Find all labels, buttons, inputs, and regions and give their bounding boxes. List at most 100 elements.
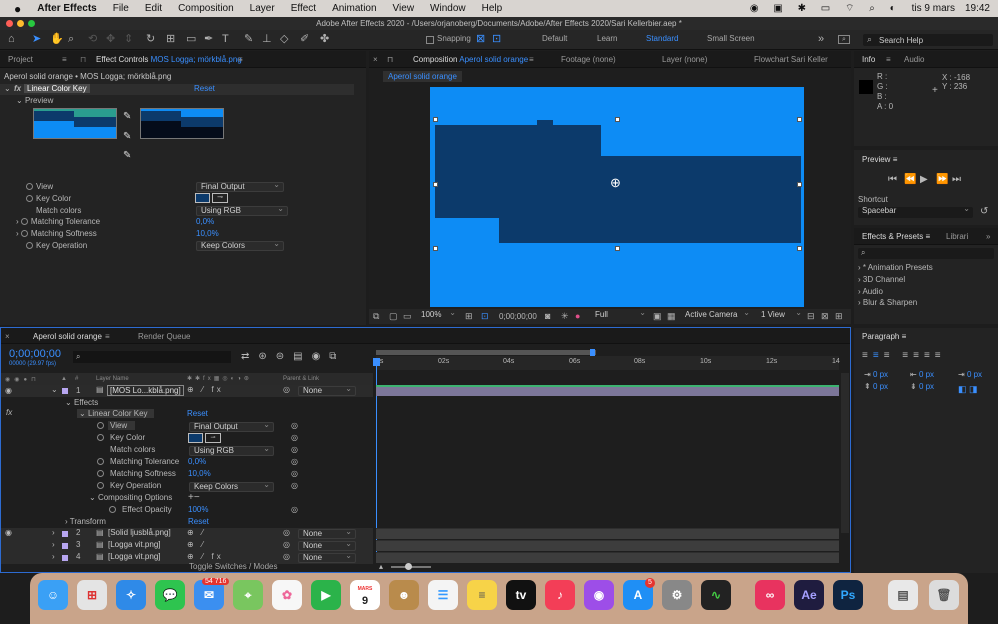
creative-cloud-icon[interactable]: ∞ [755, 580, 785, 610]
search-help-field[interactable]: ⌕ Search Help [863, 34, 993, 46]
expression-pickwhip-icon[interactable]: ◎ [291, 421, 298, 430]
activity-monitor-icon[interactable]: ∿ [701, 580, 731, 610]
tab-timeline[interactable]: Aperol solid orange [33, 332, 102, 341]
first-frame-icon[interactable]: ⏮ [888, 174, 897, 185]
transform-handle[interactable] [615, 117, 620, 122]
layer-name[interactable]: [MOS Lo...kblå.png] [107, 385, 184, 396]
maps-icon[interactable]: ⌖ [233, 580, 263, 610]
viewer-options-icon[interactable]: ⊟ [807, 310, 815, 323]
contacts-icon[interactable]: ☻ [389, 580, 419, 610]
transform-handle[interactable] [433, 117, 438, 122]
reset-shortcut-icon[interactable]: ↺ [980, 206, 988, 217]
selection-tool-icon[interactable]: ➤ [32, 33, 41, 46]
eyedropper-icon[interactable]: ✎ [123, 111, 131, 122]
flowchart-icon[interactable]: ⊞ [835, 310, 843, 323]
stopwatch-icon[interactable] [26, 183, 33, 190]
photoshop-icon[interactable]: Ps [833, 580, 863, 610]
clone-stamp-tool-icon[interactable]: ⊥ [262, 33, 272, 46]
timeline-switch-icons[interactable]: ⇄⊛⊜▤◉⧉ [241, 351, 345, 362]
parent-dropdown[interactable]: None [298, 540, 356, 551]
space-before[interactable]: ⇞ 0 px [864, 382, 888, 391]
effect-name[interactable]: ⌄ Linear Color Key [77, 409, 154, 418]
zoom-dropdown[interactable]: 100% [417, 309, 459, 321]
ec-key-operation-dropdown[interactable]: Keep Colors [196, 240, 284, 251]
photos-icon[interactable]: ✿ [272, 580, 302, 610]
timeline-current-time[interactable]: 0;00;00;00 [9, 348, 61, 360]
workspace-overflow-icon[interactable]: » [818, 33, 824, 46]
eyedropper-plus-icon[interactable]: ✎ [123, 131, 131, 142]
ec-matching-softness-value[interactable]: 10,0% [196, 229, 219, 238]
expression-pickwhip-icon[interactable]: ◎ [291, 445, 298, 454]
layer-row-4[interactable]: › 4 ▤ [Logga vit.png] ⊕ ⁄ fx ◎ None [1, 552, 373, 564]
safe-margins-icon[interactable]: ⊞ [465, 310, 473, 323]
tab-effect-controls-menu-icon[interactable]: ≡ [238, 55, 243, 64]
transform-handle[interactable] [797, 182, 802, 187]
messages-icon[interactable]: 💬 [155, 580, 185, 610]
menu-composition[interactable]: Composition [170, 3, 242, 14]
paragraph-menu-icon[interactable]: ≡ [902, 332, 907, 341]
eyedropper-minus-icon[interactable]: ✎ [123, 150, 131, 161]
layer-bar-2[interactable] [376, 528, 839, 539]
shortcut-dropdown[interactable]: Spacebar [858, 205, 973, 218]
stopwatch-icon[interactable] [97, 434, 104, 441]
add-remove-icon[interactable]: +− [188, 492, 200, 503]
after-effects-icon[interactable]: Ae [794, 580, 824, 610]
puppet-tool-icon[interactable]: ✤ [320, 33, 329, 46]
monitor-icon[interactable]: ▭ [403, 310, 412, 323]
snapping-option-icon[interactable]: ⊠ [476, 33, 485, 46]
fx-icon[interactable]: fx [14, 84, 21, 93]
tab-audio[interactable]: Audio [904, 55, 924, 64]
effects-search-field[interactable]: ⌕ [858, 248, 994, 259]
label-color-swatch[interactable] [62, 555, 68, 561]
layer-row-1[interactable]: ◉ ⌄ 1 ▤ [MOS Lo...kblå.png] ⊕ ⁄ fx ◎ Non… [1, 385, 373, 397]
expand-arrow-icon[interactable]: › [52, 528, 55, 537]
indent-first[interactable]: ⇥ 0 px [958, 370, 982, 379]
indent-right[interactable]: ⇤ 0 px [910, 370, 934, 379]
timeline-search-field[interactable]: ⌕ [73, 351, 231, 363]
layer-switches[interactable]: ⊕ ⁄ [187, 528, 206, 537]
tab-composition[interactable]: Composition Aperol solid orange [413, 55, 528, 64]
layer-name[interactable]: [Logga vit.png] [108, 552, 160, 561]
transform-handle[interactable] [797, 246, 802, 251]
zoom-tool-icon[interactable]: ⌕ [68, 33, 74, 46]
tl-compositing-options[interactable]: ⌄ Compositing Options +− [1, 492, 373, 505]
stopwatch-icon[interactable] [20, 230, 28, 237]
pan-tool-icon[interactable]: ✥ [106, 33, 115, 46]
effects-item[interactable]: › 3D Channel [858, 275, 905, 284]
stopwatch-icon[interactable] [26, 242, 33, 249]
composition-close-icon[interactable]: × [373, 55, 378, 64]
layer-switches[interactable]: ⊕ ⁄ fx [187, 552, 224, 561]
current-time[interactable]: 0;00;00;00 [499, 312, 537, 321]
stopwatch-icon[interactable] [97, 458, 104, 465]
channel-icon[interactable]: ● [575, 310, 580, 323]
close-window-button[interactable] [6, 20, 13, 27]
transform-handle[interactable] [433, 182, 438, 187]
layer-switches[interactable]: ⊕ ⁄ fx [187, 385, 224, 394]
tab-flowchart[interactable]: Flowchart Sari Keller [754, 55, 828, 64]
ec-view-dropdown[interactable]: Final Output [196, 181, 284, 192]
parent-pickwhip-icon[interactable]: ◎ [283, 540, 290, 549]
lock-icon[interactable]: ⊓ [80, 55, 86, 64]
tl-match-colors-dropdown[interactable]: Using RGB [189, 445, 274, 456]
label-color-swatch[interactable] [62, 543, 68, 549]
menu-help[interactable]: Help [474, 3, 511, 14]
tab-overflow-icon[interactable]: » [986, 232, 990, 241]
finder-icon[interactable]: ☺ [38, 580, 68, 610]
layer-switches[interactable]: ⊕ ⁄ [187, 540, 206, 549]
layer-row-3[interactable]: › 3 ▤ [Logga vit.png] ⊕ ⁄ ◎ None [1, 540, 373, 552]
collapse-arrow-icon[interactable]: ⌄ [4, 84, 11, 93]
transform-reset-link[interactable]: Reset [188, 517, 209, 526]
time-ruler[interactable]: 0s 02s 04s 06s 08s 10s 12s 14 [376, 356, 840, 370]
expand-arrow-icon[interactable]: › [52, 540, 55, 549]
zoom-out-icon[interactable]: ▴ [379, 562, 383, 571]
composition-lock-icon[interactable]: ⊓ [387, 55, 393, 64]
ec-match-colors-dropdown[interactable]: Using RGB [196, 205, 288, 216]
layer-name[interactable]: [Logga vit.png] [108, 540, 160, 549]
apple-tv-icon[interactable]: tv [506, 580, 536, 610]
transform-handle[interactable] [797, 117, 802, 122]
calendar-icon[interactable]: MARS 9 [350, 580, 380, 610]
pen-tool-icon[interactable]: ✒ [204, 33, 213, 46]
music-icon[interactable]: ♪ [545, 580, 575, 610]
grid-icon[interactable]: ⊡ [481, 310, 489, 323]
tl-effect-opacity-value[interactable]: 100% [188, 505, 208, 514]
